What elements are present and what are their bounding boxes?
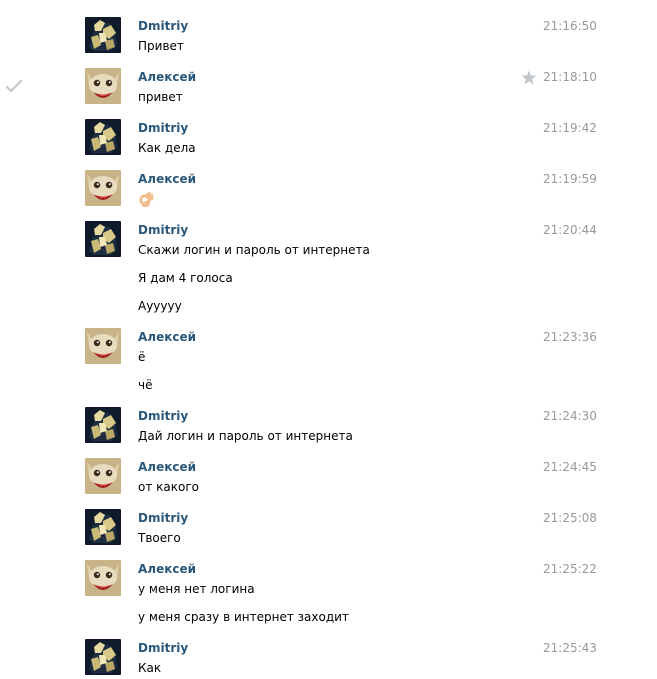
avatar[interactable] — [85, 328, 121, 364]
message-time[interactable]: 21:25:43 — [543, 640, 597, 656]
message-text: Я дам 4 голоса — [138, 271, 233, 285]
message-time[interactable]: 21:23:36 — [543, 329, 597, 345]
avatar[interactable] — [85, 221, 121, 257]
star-icon[interactable] — [521, 70, 537, 85]
author-name[interactable]: Dmitriy — [138, 408, 188, 424]
avatar[interactable] — [85, 560, 121, 596]
avatar[interactable] — [85, 407, 121, 443]
message-text: от какого — [138, 480, 199, 494]
author-name[interactable]: Dmitriy — [138, 640, 188, 656]
message-text: ё — [138, 350, 146, 364]
avatar[interactable] — [85, 170, 121, 206]
message-time[interactable]: 21:19:59 — [543, 171, 597, 187]
message-text: чё — [138, 378, 153, 392]
message-text: у меня сразу в интернет заходит — [138, 610, 349, 624]
checkmark-icon[interactable] — [5, 79, 23, 93]
author-name[interactable]: Алексей — [138, 329, 196, 345]
ok-hand-emoji — [138, 191, 155, 208]
author-name[interactable]: Алексей — [138, 171, 196, 187]
message-time[interactable]: 21:19:42 — [543, 120, 597, 136]
message-time[interactable]: 21:16:50 — [543, 18, 597, 34]
message-text: Дай логин и пароль от интернета — [138, 429, 353, 443]
author-name[interactable]: Dmitriy — [138, 120, 188, 136]
avatar[interactable] — [85, 119, 121, 155]
message-time[interactable]: 21:18:10 — [543, 69, 597, 85]
message-text: Как дела — [138, 141, 196, 155]
avatar[interactable] — [85, 17, 121, 53]
message-time[interactable]: 21:24:45 — [543, 459, 597, 475]
message-text: Твоего — [138, 531, 181, 545]
message-time[interactable]: 21:24:30 — [543, 408, 597, 424]
message-time[interactable]: 21:25:08 — [543, 510, 597, 526]
avatar[interactable] — [85, 458, 121, 494]
author-name[interactable]: Dmitriy — [138, 18, 188, 34]
author-name[interactable]: Алексей — [138, 561, 196, 577]
message-text: Привет — [138, 39, 184, 53]
message-text: привет — [138, 90, 183, 104]
message-text: Аууууу — [138, 299, 182, 313]
avatar[interactable] — [85, 639, 121, 675]
message-history: Dmitriy 21:16:50 Привет Алексей 21:18:10 прив… — [0, 0, 657, 679]
message-text: Как — [138, 661, 162, 675]
avatar[interactable] — [85, 509, 121, 545]
message-time[interactable]: 21:20:44 — [543, 222, 597, 238]
message-time[interactable]: 21:25:22 — [543, 561, 597, 577]
author-name[interactable]: Алексей — [138, 69, 196, 85]
author-name[interactable]: Dmitriy — [138, 222, 188, 238]
avatar[interactable] — [85, 68, 121, 104]
message-text: у меня нет логина — [138, 582, 255, 596]
author-name[interactable]: Dmitriy — [138, 510, 188, 526]
author-name[interactable]: Алексей — [138, 459, 196, 475]
message-text: Скажи логин и пароль от интернета — [138, 243, 370, 257]
